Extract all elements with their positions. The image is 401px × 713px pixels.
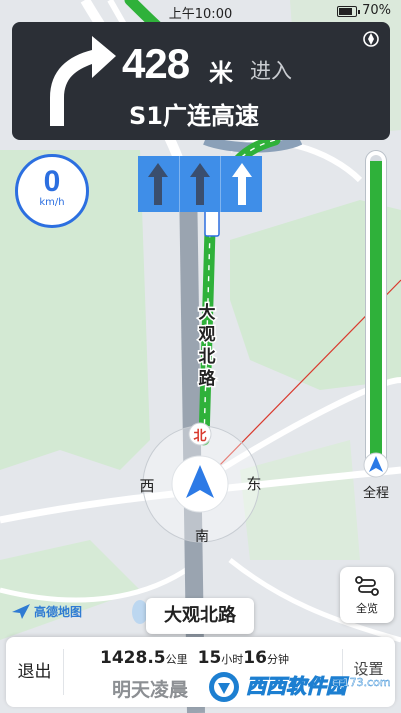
nav-distance-unit: 米 [209, 59, 233, 87]
route-progress-track [370, 155, 382, 463]
gps-signal-icon[interactable] [362, 30, 380, 48]
divider [63, 649, 64, 695]
lane-2 [180, 156, 222, 212]
speed-value: 0 [43, 165, 61, 198]
amap-logo-icon [12, 604, 30, 619]
lane-1 [138, 156, 180, 212]
exit-button[interactable]: 退出 [6, 637, 63, 707]
nav-road-name: S1广连高速 [129, 102, 259, 130]
lane-3 [221, 156, 262, 212]
map-road-label-char: 路 [199, 368, 217, 389]
brand-name: 高德地图 [34, 605, 83, 619]
turn-right-arrow-icon [50, 36, 116, 126]
speed-unit: km/h [39, 197, 65, 208]
battery-level: 70% [362, 3, 391, 18]
route-progress-label: 全程 [362, 486, 389, 501]
nav-distance: 428 [122, 40, 190, 87]
trip-hours-unit: 小时 [221, 653, 244, 666]
trip-arrival: 明天凌晨 [112, 679, 189, 701]
compass-south: 南 [195, 529, 209, 545]
watermark-url: cr173.com [332, 676, 391, 689]
navigation-arrow-icon [363, 452, 389, 478]
status-bar: 上午10:00 70% [0, 0, 401, 24]
watermark-text: 西西软件园 [246, 674, 347, 699]
lane-straight-arrow-icon [231, 163, 252, 205]
route-progress-bar[interactable] [365, 150, 387, 468]
route-progress-fill [370, 161, 382, 463]
trip-minutes-value: 16 [243, 648, 267, 668]
map-road-label-char: 北 [199, 347, 216, 367]
trip-minutes-unit: 分钟 [266, 653, 289, 666]
battery-icon [337, 6, 360, 17]
watermark: 西西软件园 cr173.com [206, 666, 396, 708]
speedometer: 0 km/h [15, 154, 89, 228]
brand-logo: 高德地图 [10, 600, 100, 622]
lane-straight-arrow-icon [148, 163, 169, 205]
lane-guide [138, 156, 262, 212]
trip-distance-unit: 公里 [165, 653, 188, 666]
trip-distance-value: 1428.5 [100, 648, 166, 668]
lane-straight-arrow-icon [190, 163, 210, 205]
vehicle-marker [204, 209, 220, 237]
navigation-instruction-card[interactable]: 428 米 进入 S1广连高速 [12, 22, 390, 140]
trip-hours-value: 15 [197, 648, 222, 668]
route-icon [355, 576, 379, 596]
trip-remaining: 1428.5公里 15小时16分钟 [100, 648, 299, 668]
watermark-logo-icon [209, 672, 239, 702]
north-marker: 北 [193, 429, 206, 444]
compass-west: 西 [139, 477, 154, 495]
overview-button[interactable]: 全览 [340, 567, 394, 623]
current-road-label: 大观北路 [146, 598, 254, 634]
nav-action: 进入 [250, 59, 292, 83]
map-road-label-char: 大 [199, 302, 216, 323]
overview-label: 全览 [356, 602, 378, 615]
compass-east: 东 [246, 475, 261, 493]
map-road-label-char: 观 [198, 325, 216, 345]
